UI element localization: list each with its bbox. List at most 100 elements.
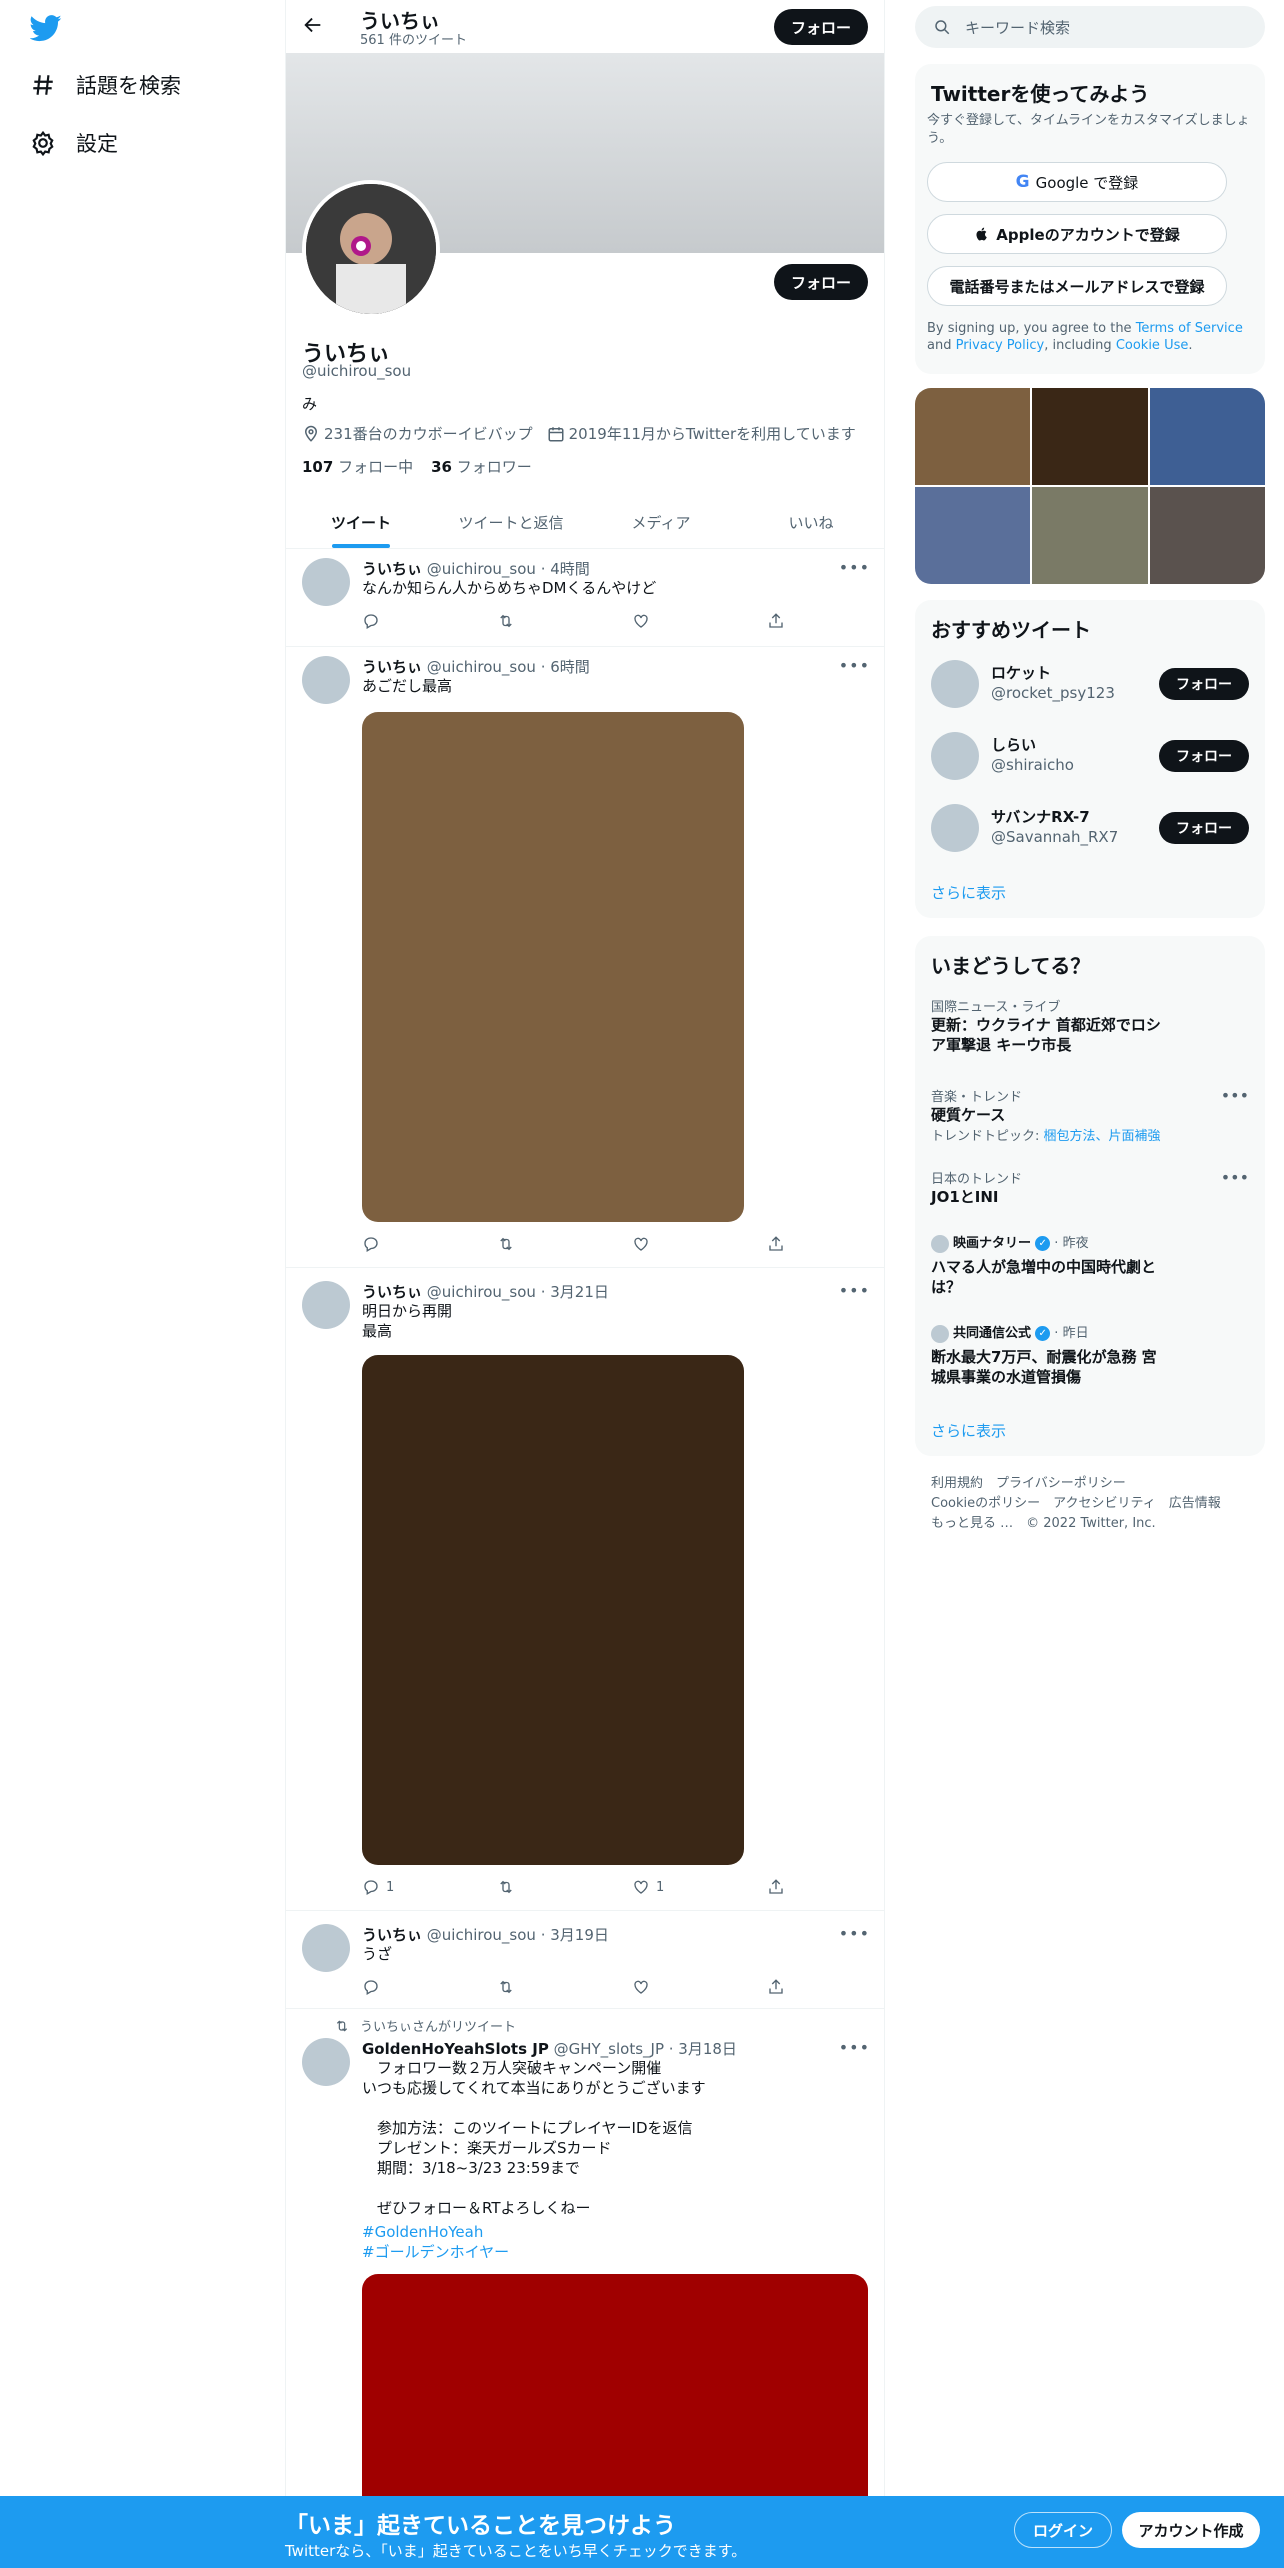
show-more-link[interactable]: さらに表示 — [931, 1420, 1006, 1441]
back-arrow-icon[interactable] — [302, 14, 326, 38]
phone-email-signup-button[interactable]: 電話番号またはメールアドレスで登録 — [927, 266, 1227, 306]
tweet-author-name[interactable]: ういちぃ — [362, 560, 422, 578]
share-button[interactable] — [767, 612, 785, 630]
retweet-button[interactable] — [497, 612, 515, 630]
tweet-media[interactable] — [362, 1355, 744, 1865]
terms-link[interactable]: Terms of Service — [1136, 321, 1243, 336]
media-thumbnail[interactable] — [1032, 388, 1148, 485]
tab-tweets[interactable]: ツイート — [286, 496, 436, 548]
retweet-button[interactable] — [497, 1878, 515, 1896]
followers-link[interactable]: 36 フォロワー — [431, 456, 532, 477]
tweet[interactable]: ういちぃ @uichirou_sou · 3月21日 ••• 明日から再開 最高… — [286, 1269, 884, 1911]
media-thumbnail[interactable] — [915, 487, 1031, 584]
cookie-link[interactable]: Cookie Use — [1116, 338, 1189, 353]
avatar[interactable] — [931, 804, 979, 852]
more-icon[interactable]: ••• — [1221, 1086, 1249, 1105]
twitter-logo-icon[interactable] — [30, 12, 70, 44]
login-button[interactable]: ログイン — [1014, 2512, 1112, 2548]
hashtag-link[interactable]: #ゴールデンホイヤー — [362, 2242, 509, 2262]
avatar[interactable] — [302, 2038, 350, 2086]
retweet-label[interactable]: ういちぃさんがリツイート — [360, 2016, 516, 2035]
tweet-author-name[interactable]: GoldenHoYeahSlots JP — [362, 2040, 549, 2058]
follow-button[interactable]: フォロー — [1159, 668, 1249, 700]
more-icon[interactable]: ••• — [839, 1924, 870, 1943]
terms-text: By signing up, you agree to the — [927, 321, 1136, 336]
reply-button[interactable] — [362, 1978, 386, 1996]
hashtag-link[interactable]: #GoldenHoYeah — [362, 2222, 483, 2242]
reply-button[interactable] — [362, 612, 386, 630]
share-button[interactable] — [767, 1978, 785, 1996]
trend-sub-links[interactable]: 梱包方法、片面補強 — [1044, 1129, 1161, 1144]
tab-media[interactable]: メディア — [586, 496, 736, 548]
profile-avatar[interactable] — [302, 180, 440, 318]
apple-signup-button[interactable]: Appleのアカウントで登録 — [927, 214, 1227, 254]
retweet-button[interactable] — [497, 1978, 515, 1996]
media-thumbnail[interactable] — [1032, 487, 1148, 584]
avatar[interactable] — [931, 732, 979, 780]
tweet-time[interactable]: 4時間 — [550, 560, 590, 578]
avatar[interactable] — [302, 656, 350, 704]
tweet-time[interactable]: 6時間 — [550, 658, 590, 676]
trend-item[interactable]: 共同通信公式 ✓ · 昨日 断水最大7万戸、耐震化が急務 宮 城県事業の水道管損… — [931, 1322, 1249, 1387]
tweet[interactable]: ういちぃさんがリツイート GoldenHoYeahSlots JP @GHY_s… — [286, 2010, 884, 2568]
trend-title: ハマる人が急増中の中国時代劇と は？ — [931, 1257, 1157, 1296]
follow-button[interactable]: フォロー — [1159, 740, 1249, 772]
tweet-time[interactable]: 3月21日 — [550, 1283, 609, 1301]
tweet-author-name[interactable]: ういちぃ — [362, 658, 422, 676]
retweet-button[interactable] — [497, 1235, 515, 1253]
like-button[interactable] — [632, 1978, 656, 1996]
show-more-link[interactable]: さらに表示 — [931, 882, 1006, 903]
tweet[interactable]: ういちぃ @uichirou_sou · 6時間 ••• あごだし最高 — [286, 648, 884, 1268]
footer-line[interactable]: 利用規約 プライバシーポリシー — [931, 1474, 1221, 1494]
more-icon[interactable]: ••• — [839, 1281, 870, 1300]
avatar[interactable] — [302, 1924, 350, 1972]
trend-item[interactable]: 日本のトレンド JO1とINI ••• — [931, 1168, 1249, 1207]
suggested-user[interactable]: しらい @shiraicho フォロー — [931, 728, 1249, 784]
tweet-author-name[interactable]: ういちぃ — [362, 1283, 422, 1301]
footer-line[interactable]: もっと見る … © 2022 Twitter, Inc. — [931, 1514, 1221, 1534]
reply-button[interactable]: 1 — [362, 1878, 394, 1896]
more-icon[interactable]: ••• — [839, 558, 870, 577]
avatar[interactable] — [302, 558, 350, 606]
nav-explore[interactable]: 話題を検索 — [30, 70, 181, 100]
more-icon[interactable]: ••• — [1221, 1168, 1249, 1187]
footer-line[interactable]: Cookieのポリシー アクセシビリティ 広告情報 — [931, 1494, 1221, 1514]
trend-item[interactable]: 音楽・トレンド 硬質ケース トレンドトピック: 梱包方法、片面補強 ••• — [931, 1086, 1249, 1144]
like-button[interactable] — [632, 612, 656, 630]
share-button[interactable] — [767, 1235, 785, 1253]
header-follow-button[interactable]: フォロー — [774, 9, 868, 45]
trend-item[interactable]: 映画ナタリー ✓ · 昨夜 ハマる人が急増中の中国時代劇と は？ — [931, 1232, 1249, 1297]
media-thumbnail[interactable] — [1149, 487, 1265, 584]
tweet-time[interactable]: 3月19日 — [550, 1926, 609, 1944]
avatar[interactable] — [931, 660, 979, 708]
tab-likes[interactable]: いいね — [736, 496, 884, 548]
share-button[interactable] — [767, 1878, 785, 1896]
tab-tweets-replies[interactable]: ツイートと返信 — [436, 496, 586, 548]
like-button[interactable] — [632, 1235, 656, 1253]
avatar[interactable] — [302, 1281, 350, 1329]
suggested-user[interactable]: ロケット @rocket_psy123 フォロー — [931, 656, 1249, 712]
profile-follow-button[interactable]: フォロー — [774, 264, 868, 300]
tweet[interactable]: ういちぃ @uichirou_sou · 4時間 ••• なんか知らん人からめち… — [286, 550, 884, 647]
reply-button[interactable] — [362, 1235, 386, 1253]
following-link[interactable]: 107 フォロー中 — [302, 456, 413, 477]
tweet-author-name[interactable]: ういちぃ — [362, 1926, 422, 1944]
share-icon — [767, 612, 785, 630]
suggested-user[interactable]: サバンナRX-7 @Savannah_RX7 フォロー — [931, 800, 1249, 856]
google-signup-button[interactable]: G Google で登録 — [927, 162, 1227, 202]
tweet-media[interactable] — [362, 712, 744, 1222]
tweet[interactable]: ういちぃ @uichirou_sou · 3月19日 ••• うざ — [286, 1912, 884, 2009]
media-thumbnail[interactable] — [1149, 388, 1265, 485]
tweet-time[interactable]: 3月18日 — [678, 2040, 737, 2058]
follow-button[interactable]: フォロー — [1159, 812, 1249, 844]
media-thumbnail[interactable] — [915, 388, 1031, 485]
privacy-link[interactable]: Privacy Policy — [956, 338, 1045, 353]
trend-item[interactable]: 国際ニュース・ライブ 更新：ウクライナ 首都近郊でロシ ア軍撃退 キーウ市長 — [931, 996, 1249, 1055]
search-input[interactable]: キーワード検索 — [965, 17, 1070, 38]
more-icon[interactable]: ••• — [839, 656, 870, 675]
more-icon[interactable]: ••• — [839, 2038, 870, 2057]
search-bar[interactable]: キーワード検索 — [915, 6, 1265, 48]
nav-settings[interactable]: 設定 — [30, 128, 118, 158]
signup-button[interactable]: アカウント作成 — [1122, 2512, 1260, 2548]
like-button[interactable]: 1 — [632, 1878, 664, 1896]
